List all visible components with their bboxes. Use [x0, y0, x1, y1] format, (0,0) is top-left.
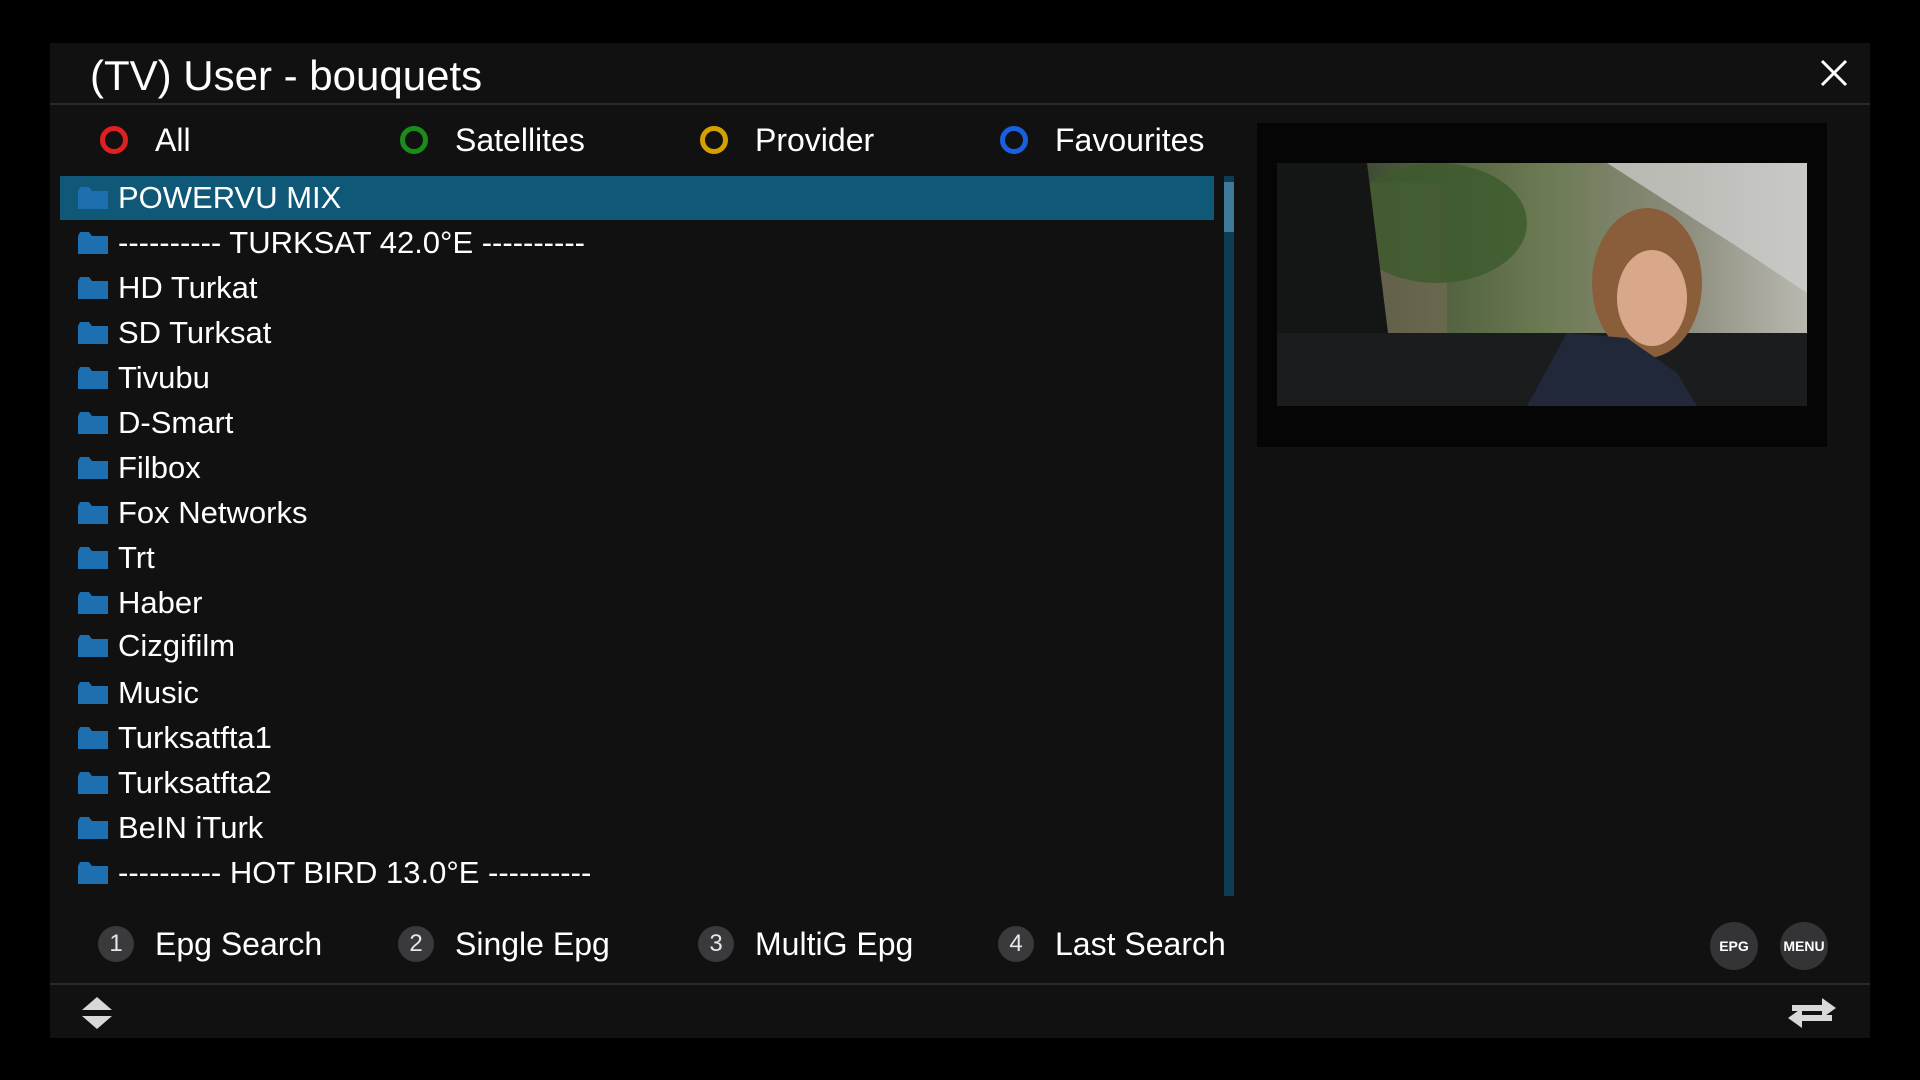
list-item[interactable]: Fox Networks — [60, 491, 1214, 535]
key-number-4: 4 — [998, 926, 1034, 962]
key-label: MultiG Epg — [755, 925, 914, 962]
folder-icon — [78, 635, 108, 657]
list-item-label: D-Smart — [118, 405, 234, 440]
folder-icon — [78, 547, 108, 569]
tab-satellites[interactable]: Satellites — [400, 115, 585, 165]
list-item-label: Turksatfta1 — [118, 720, 272, 755]
menu-button[interactable]: MENU — [1780, 922, 1828, 970]
bouquet-dialog: (TV) User - bouquets All Satellites Prov… — [50, 43, 1870, 1038]
preview-image — [1277, 163, 1807, 406]
list-item[interactable]: SD Turksat — [60, 311, 1214, 355]
key-number-1: 1 — [98, 926, 134, 962]
single-epg-button[interactable]: 2 Single Epg — [398, 919, 610, 969]
tab-label: Satellites — [455, 121, 585, 158]
folder-icon — [78, 412, 108, 434]
list-item[interactable]: D-Smart — [60, 401, 1214, 445]
bouquet-list[interactable]: POWERVU MIX ---------- TURKSAT 42.0°E ---… — [60, 176, 1214, 896]
folder-icon — [78, 772, 108, 794]
folder-icon — [78, 457, 108, 479]
list-item-label: POWERVU MIX — [118, 180, 342, 215]
scrollbar[interactable] — [1224, 176, 1234, 896]
multi-epg-button[interactable]: 3 MultiG Epg — [698, 919, 913, 969]
folder-icon — [78, 862, 108, 884]
list-item-label: Fox Networks — [118, 495, 308, 530]
key-label: Last Search — [1055, 925, 1226, 962]
folder-icon — [78, 502, 108, 524]
list-item-label: HD Turkat — [118, 270, 258, 305]
swap-arrows-icon — [1788, 998, 1836, 1028]
list-item[interactable]: ---------- HOT BIRD 13.0°E ---------- — [60, 851, 1214, 895]
green-key-icon — [400, 126, 428, 154]
folder-icon — [78, 682, 108, 704]
folder-icon — [78, 187, 108, 209]
list-item-label: SD Turksat — [118, 315, 272, 350]
list-item[interactable]: Haber — [60, 581, 1214, 625]
epg-search-button[interactable]: 1 Epg Search — [98, 919, 322, 969]
list-item-label: Filbox — [118, 450, 201, 485]
folder-icon — [78, 277, 108, 299]
list-item-label: Haber — [118, 585, 203, 620]
list-item[interactable]: POWERVU MIX — [60, 176, 1214, 220]
list-item-label: ---------- HOT BIRD 13.0°E ---------- — [118, 855, 592, 890]
tab-provider[interactable]: Provider — [700, 115, 874, 165]
tab-favourites[interactable]: Favourites — [1000, 115, 1204, 165]
folder-icon — [78, 322, 108, 344]
tab-label: Favourites — [1055, 121, 1205, 158]
key-label: Single Epg — [455, 925, 610, 962]
list-item[interactable]: Turksatfta2 — [60, 761, 1214, 805]
title-bar: (TV) User - bouquets — [50, 43, 1870, 105]
list-item[interactable]: ---------- TURKSAT 42.0°E ---------- — [60, 221, 1214, 265]
folder-icon — [78, 367, 108, 389]
footer-bar — [50, 983, 1870, 1040]
folder-icon — [78, 232, 108, 254]
up-down-arrows-icon — [82, 997, 112, 1029]
list-item[interactable]: Tivubu — [60, 356, 1214, 400]
list-item[interactable]: BeIN iTurk — [60, 806, 1214, 850]
epg-button[interactable]: EPG — [1710, 922, 1758, 970]
list-item[interactable]: Trt — [60, 536, 1214, 580]
yellow-key-icon — [700, 126, 728, 154]
list-item-label: BeIN iTurk — [118, 810, 264, 845]
list-item-label: Trt — [118, 540, 155, 575]
scroll-thumb[interactable] — [1224, 182, 1234, 232]
key-label: Epg Search — [155, 925, 323, 962]
folder-icon — [78, 592, 108, 614]
last-search-button[interactable]: 4 Last Search — [998, 919, 1226, 969]
list-item-label: Tivubu — [118, 360, 210, 395]
list-item[interactable]: HD Turkat — [60, 266, 1214, 310]
tab-all[interactable]: All — [100, 115, 191, 165]
list-item[interactable]: Turksatfta1 — [60, 716, 1214, 760]
blue-key-icon — [1000, 126, 1028, 154]
close-icon[interactable] — [1816, 55, 1852, 91]
list-item-label: Cizgifilm — [118, 628, 236, 663]
list-item[interactable]: Cizgifilm — [60, 624, 1214, 668]
list-item[interactable]: Music — [60, 671, 1214, 715]
folder-icon — [78, 727, 108, 749]
list-item-label: ---------- TURKSAT 42.0°E ---------- — [118, 225, 585, 260]
list-item-label: Turksatfta2 — [118, 765, 272, 800]
key-number-2: 2 — [398, 926, 434, 962]
tab-label: All — [155, 121, 191, 158]
list-item[interactable]: Filbox — [60, 446, 1214, 490]
page-title: (TV) User - bouquets — [90, 52, 483, 99]
list-item-label: Music — [118, 675, 199, 710]
video-preview — [1257, 123, 1827, 447]
tab-label: Provider — [755, 121, 875, 158]
key-number-3: 3 — [698, 926, 734, 962]
red-key-icon — [100, 126, 128, 154]
folder-icon — [78, 817, 108, 839]
